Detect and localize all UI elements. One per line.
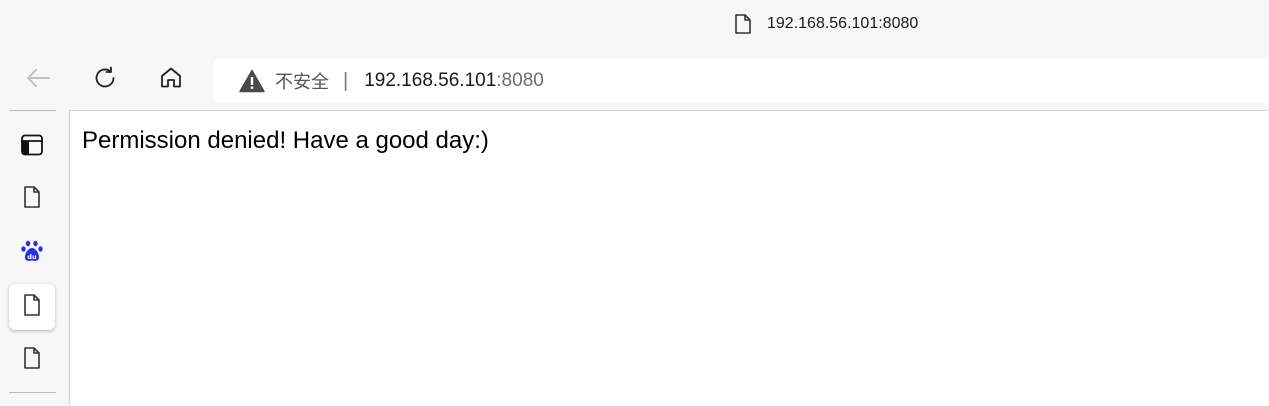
- arrow-left-icon: [24, 66, 52, 95]
- sidebar-divider: [9, 110, 56, 111]
- browser-window: 192.168.56.101:8080 不安全 | 192.168.56.101…: [0, 0, 1269, 406]
- reload-button[interactable]: [85, 60, 125, 100]
- page-content: Permission denied! Have a good day:): [69, 110, 1269, 406]
- page-icon: [733, 13, 753, 35]
- security-status-label[interactable]: 不安全: [275, 68, 329, 94]
- page-icon: [22, 293, 42, 322]
- page-icon: [22, 185, 42, 214]
- baidu-paw-icon: du: [20, 239, 44, 268]
- warning-icon[interactable]: [239, 69, 265, 93]
- sidebar-tab-baidu[interactable]: du: [9, 230, 55, 276]
- home-button[interactable]: [151, 60, 191, 100]
- refresh-icon: [92, 65, 118, 96]
- url-text[interactable]: 192.168.56.101:8080: [364, 70, 544, 92]
- title-bar: 192.168.56.101:8080: [0, 0, 1269, 48]
- home-icon: [158, 65, 184, 96]
- page-message: Permission denied! Have a good day:): [82, 127, 489, 154]
- address-bar[interactable]: 不安全 | 192.168.56.101:8080: [213, 59, 1269, 103]
- window-title-text: 192.168.56.101:8080: [767, 15, 919, 32]
- sidebar-tab-5[interactable]: [9, 337, 55, 383]
- toolbar: 不安全 | 192.168.56.101:8080: [0, 52, 1269, 110]
- url-port: :8080: [496, 70, 544, 91]
- url-host: 192.168.56.101: [364, 70, 497, 91]
- tab-actions-button[interactable]: [9, 124, 55, 170]
- sidebar-tab-active[interactable]: [9, 284, 55, 330]
- baidu-icon-text: du: [27, 253, 37, 261]
- page-icon: [22, 346, 42, 375]
- workspaces-icon: [20, 133, 44, 162]
- sidebar-tab-1[interactable]: [9, 176, 55, 222]
- sidebar-divider: [9, 392, 56, 393]
- address-separator: |: [343, 69, 349, 92]
- vertical-tabs-sidebar: du: [0, 110, 68, 406]
- back-button[interactable]: [18, 60, 58, 100]
- window-title: 192.168.56.101:8080: [733, 12, 918, 36]
